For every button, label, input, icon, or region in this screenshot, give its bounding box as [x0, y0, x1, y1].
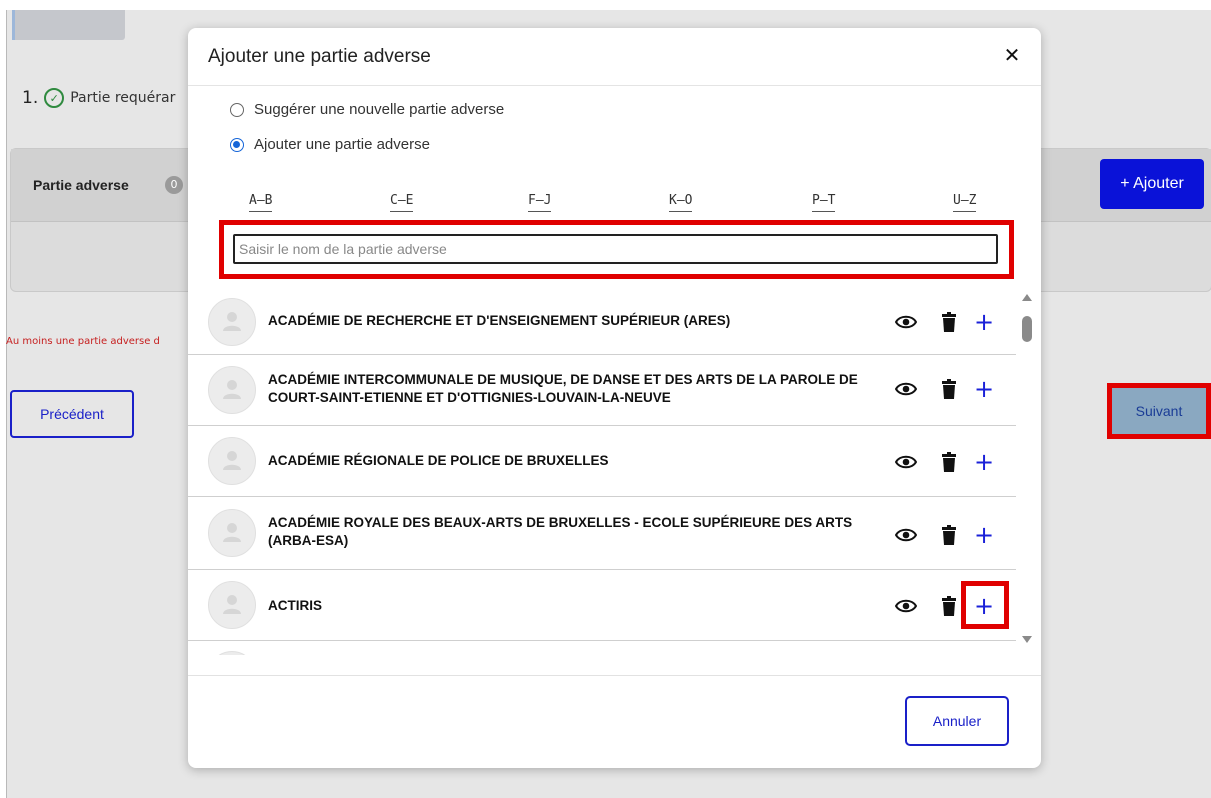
close-icon[interactable]: ✕	[1001, 44, 1023, 66]
step-indicator: 1. ✓ Partie requérar	[22, 88, 175, 108]
list-item: ACADÉMIE INTERCOMMUNALE DE MUSIQUE, DE D…	[188, 355, 1016, 426]
list-scrollbar[interactable]	[1020, 290, 1034, 655]
add-party-button[interactable]: + Ajouter	[1100, 159, 1204, 209]
avatar	[208, 651, 256, 655]
radio-button-checked[interactable]	[230, 137, 244, 152]
list-item: ACADÉMIE RÉGIONALE DE POLICE DE BRUXELLE…	[188, 426, 1016, 497]
list-item: ACADÉMIE ROYALE DES BEAUX-ARTS DE BRUXEL…	[188, 497, 1016, 570]
previous-button[interactable]: Précédent	[10, 390, 134, 438]
filter-a-b[interactable]: A–B	[249, 193, 273, 212]
trash-icon[interactable]	[940, 523, 958, 547]
party-search-input[interactable]	[233, 234, 998, 264]
count-badge: 0	[165, 176, 183, 194]
radio-add-party[interactable]: Ajouter une partie adverse	[230, 136, 430, 153]
avatar	[208, 437, 256, 485]
eye-icon[interactable]	[894, 310, 918, 334]
divider	[188, 85, 1041, 86]
plus-icon[interactable]: +	[972, 310, 996, 334]
section-title: Partie adverse	[33, 177, 129, 193]
list-item	[188, 641, 1016, 655]
eye-icon[interactable]	[894, 594, 918, 618]
radio-button[interactable]	[230, 102, 244, 117]
filter-c-e[interactable]: C–E	[390, 193, 414, 212]
modal-title: Ajouter une partie adverse	[208, 46, 431, 67]
avatar	[208, 581, 256, 629]
scroll-up-arrow-icon[interactable]	[1022, 294, 1032, 301]
eye-icon[interactable]	[894, 523, 918, 547]
step-number: 1.	[22, 88, 39, 108]
plus-icon[interactable]: +	[972, 377, 996, 401]
radio-label: Ajouter une partie adverse	[254, 136, 430, 153]
party-name: ACTIRIS	[268, 598, 322, 613]
filter-k-o[interactable]: K–O	[669, 193, 693, 212]
party-name: ACADÉMIE ROYALE DES BEAUX-ARTS DE BRUXEL…	[268, 515, 853, 548]
party-name: ACADÉMIE DE RECHERCHE ET D'ENSEIGNEMENT …	[268, 313, 731, 328]
scroll-thumb[interactable]	[1022, 316, 1032, 342]
list-item: ACTIRIS +	[188, 570, 1016, 641]
add-opposing-party-modal: Ajouter une partie adverse ✕ Suggérer un…	[188, 28, 1041, 768]
filter-f-j[interactable]: F–J	[528, 193, 552, 212]
trash-icon[interactable]	[940, 377, 958, 401]
scroll-down-arrow-icon[interactable]	[1022, 636, 1032, 643]
party-name: ACADÉMIE INTERCOMMUNALE DE MUSIQUE, DE D…	[268, 372, 858, 405]
trash-icon[interactable]	[940, 594, 958, 618]
plus-button-highlight	[961, 581, 1009, 629]
filter-u-z[interactable]: U–Z	[953, 193, 977, 212]
header-tab-placeholder	[12, 10, 125, 40]
plus-icon[interactable]: +	[972, 450, 996, 474]
trash-icon[interactable]	[940, 450, 958, 474]
plus-icon[interactable]: +	[972, 523, 996, 547]
cancel-button[interactable]: Annuler	[905, 696, 1009, 746]
party-name: ACADÉMIE RÉGIONALE DE POLICE DE BRUXELLE…	[268, 453, 609, 468]
party-list: ACADÉMIE DE RECHERCHE ET D'ENSEIGNEMENT …	[188, 290, 1018, 655]
validation-warning: Au moins une partie adverse d	[6, 336, 160, 347]
filter-p-t[interactable]: P–T	[812, 193, 836, 212]
divider	[188, 675, 1041, 676]
step-label: Partie requérar	[70, 90, 176, 106]
next-button[interactable]: Suivant	[1112, 388, 1206, 434]
radio-suggest-new-party[interactable]: Suggérer une nouvelle partie adverse	[230, 101, 504, 118]
list-item: ACADÉMIE DE RECHERCHE ET D'ENSEIGNEMENT …	[188, 290, 1016, 355]
eye-icon[interactable]	[894, 377, 918, 401]
check-circle-icon: ✓	[44, 88, 65, 108]
avatar	[208, 366, 256, 414]
eye-icon[interactable]	[894, 450, 918, 474]
avatar	[208, 509, 256, 557]
trash-icon[interactable]	[940, 310, 958, 334]
radio-label: Suggérer une nouvelle partie adverse	[254, 101, 505, 118]
avatar	[208, 298, 256, 346]
